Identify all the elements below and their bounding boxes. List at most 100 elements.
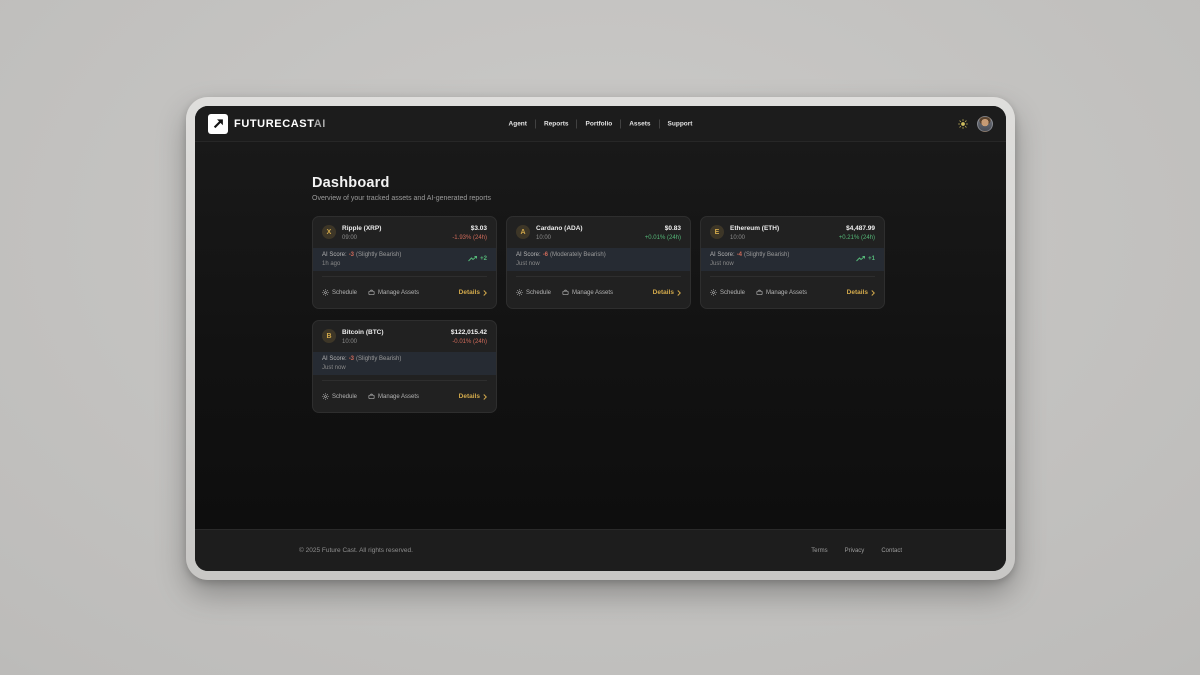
- card-actions: Schedule Manage Assets: [507, 277, 690, 308]
- chevron-right-icon: [483, 290, 487, 296]
- details-button[interactable]: Details: [847, 289, 875, 296]
- theme-toggle-sun-icon[interactable]: [958, 119, 968, 129]
- card-header: A Cardano (ADA) 10:00 $0.83 +0.01% (24h): [507, 217, 690, 241]
- asset-name: Ethereum (ETH): [730, 225, 779, 232]
- card-header: B Bitcoin (BTC) 10:00 $122,015.42 -0.01%…: [313, 321, 496, 345]
- details-button[interactable]: Details: [459, 393, 487, 400]
- footer-link-privacy[interactable]: Privacy: [845, 548, 865, 554]
- ai-updated: Just now: [322, 365, 401, 371]
- copyright: © 2025 Future Cast. All rights reserved.: [299, 547, 413, 554]
- ai-score-value: -3: [349, 356, 354, 362]
- asset-initial-badge: X: [322, 225, 336, 239]
- schedule-button[interactable]: Schedule: [516, 289, 551, 296]
- asset-time: 10:00: [342, 339, 384, 345]
- asset-initial-badge: E: [710, 225, 724, 239]
- manage-assets-button[interactable]: Manage Assets: [562, 289, 613, 296]
- nav-item-support[interactable]: Support: [659, 119, 701, 128]
- ai-score-value: -3: [349, 252, 354, 258]
- trending-up-icon: [856, 256, 866, 262]
- gear-icon: [516, 289, 523, 296]
- app-footer: © 2025 Future Cast. All rights reserved.…: [195, 529, 1006, 571]
- asset-price: $122,015.42: [451, 329, 487, 336]
- app-window: FUTURECASTAI Agent Reports Portfolio Ass…: [195, 106, 1006, 571]
- briefcase-icon: [562, 289, 569, 296]
- chevron-right-icon: [677, 290, 681, 296]
- asset-time: 09:00: [342, 235, 381, 241]
- asset-cards-grid: X Ripple (XRP) 09:00 $3.03 -1.93% (24h) …: [312, 216, 885, 413]
- ai-score-band: AI Score:-3(Slightly Bearish) Just now: [313, 352, 496, 376]
- briefcase-icon: [368, 289, 375, 296]
- ai-sentiment: (Slightly Bearish): [356, 356, 401, 362]
- schedule-button[interactable]: Schedule: [322, 393, 357, 400]
- asset-name: Cardano (ADA): [536, 225, 583, 232]
- asset-price: $0.83: [645, 225, 681, 232]
- ai-score-label: AI Score:: [516, 252, 541, 258]
- asset-card-cardano: A Cardano (ADA) 10:00 $0.83 +0.01% (24h)…: [506, 216, 691, 309]
- asset-initial-badge: B: [322, 329, 336, 343]
- ai-sentiment: (Slightly Bearish): [356, 252, 401, 258]
- device-frame: FUTURECASTAI Agent Reports Portfolio Ass…: [186, 97, 1015, 580]
- primary-nav: Agent Reports Portfolio Assets Support: [501, 119, 701, 128]
- brand-name: FUTURECASTAI: [234, 118, 326, 130]
- ai-score-label: AI Score:: [322, 252, 347, 258]
- trend-indicator: +1: [856, 256, 875, 262]
- asset-price: $4,487.99: [839, 225, 875, 232]
- chevron-right-icon: [871, 290, 875, 296]
- dashboard-main: Dashboard Overview of your tracked asset…: [195, 142, 1006, 529]
- asset-card-ripple: X Ripple (XRP) 09:00 $3.03 -1.93% (24h) …: [312, 216, 497, 309]
- details-button[interactable]: Details: [653, 289, 681, 296]
- footer-link-contact[interactable]: Contact: [881, 548, 902, 554]
- asset-initial-badge: A: [516, 225, 530, 239]
- ai-updated: 1h ago: [322, 261, 401, 267]
- manage-assets-button[interactable]: Manage Assets: [368, 289, 419, 296]
- user-avatar[interactable]: [977, 116, 993, 132]
- gear-icon: [322, 289, 329, 296]
- ai-score-band: AI Score:-6(Moderately Bearish) Just now: [507, 248, 690, 272]
- asset-card-ethereum: E Ethereum (ETH) 10:00 $4,487.99 +0.21% …: [700, 216, 885, 309]
- nav-item-assets[interactable]: Assets: [620, 119, 658, 128]
- briefcase-icon: [368, 393, 375, 400]
- footer-links: Terms Privacy Contact: [811, 548, 902, 554]
- asset-time: 10:00: [730, 235, 779, 241]
- card-header: X Ripple (XRP) 09:00 $3.03 -1.93% (24h): [313, 217, 496, 241]
- ai-score-label: AI Score:: [710, 252, 735, 258]
- briefcase-icon: [756, 289, 763, 296]
- ai-score-label: AI Score:: [322, 356, 347, 362]
- asset-change: -0.01% (24h): [451, 339, 487, 345]
- ai-sentiment: (Slightly Bearish): [744, 252, 789, 258]
- trending-up-icon: [468, 256, 478, 262]
- footer-link-terms[interactable]: Terms: [811, 548, 827, 554]
- brand: FUTURECASTAI: [208, 114, 326, 134]
- asset-change: -1.93% (24h): [452, 235, 487, 241]
- ai-score-value: -6: [543, 252, 548, 258]
- nav-item-portfolio[interactable]: Portfolio: [577, 119, 621, 128]
- brand-suffix: AI: [314, 118, 326, 130]
- asset-name: Bitcoin (BTC): [342, 329, 384, 336]
- gear-icon: [710, 289, 717, 296]
- card-actions: Schedule Manage Assets: [701, 277, 884, 308]
- manage-assets-button[interactable]: Manage Assets: [756, 289, 807, 296]
- schedule-button[interactable]: Schedule: [322, 289, 357, 296]
- card-header: E Ethereum (ETH) 10:00 $4,487.99 +0.21% …: [701, 217, 884, 241]
- ai-updated: Just now: [516, 261, 606, 267]
- asset-name: Ripple (XRP): [342, 225, 381, 232]
- details-button[interactable]: Details: [459, 289, 487, 296]
- app-header: FUTURECASTAI Agent Reports Portfolio Ass…: [195, 106, 1006, 142]
- asset-time: 10:00: [536, 235, 583, 241]
- nav-item-reports[interactable]: Reports: [535, 119, 577, 128]
- brand-logo-icon: [208, 114, 228, 134]
- card-actions: Schedule Manage Assets: [313, 277, 496, 308]
- gear-icon: [322, 393, 329, 400]
- schedule-button[interactable]: Schedule: [710, 289, 745, 296]
- ai-score-value: -4: [737, 252, 742, 258]
- asset-change: +0.21% (24h): [839, 235, 875, 241]
- manage-assets-button[interactable]: Manage Assets: [368, 393, 419, 400]
- asset-change: +0.01% (24h): [645, 235, 681, 241]
- page-title: Dashboard: [312, 175, 1006, 191]
- ai-score-band: AI Score:-3(Slightly Bearish) 1h ago +2: [313, 248, 496, 272]
- trend-value: +1: [868, 256, 875, 262]
- page-subtitle: Overview of your tracked assets and AI-g…: [312, 195, 1006, 202]
- asset-price: $3.03: [452, 225, 487, 232]
- nav-item-agent[interactable]: Agent: [501, 119, 535, 128]
- ai-updated: Just now: [710, 261, 789, 267]
